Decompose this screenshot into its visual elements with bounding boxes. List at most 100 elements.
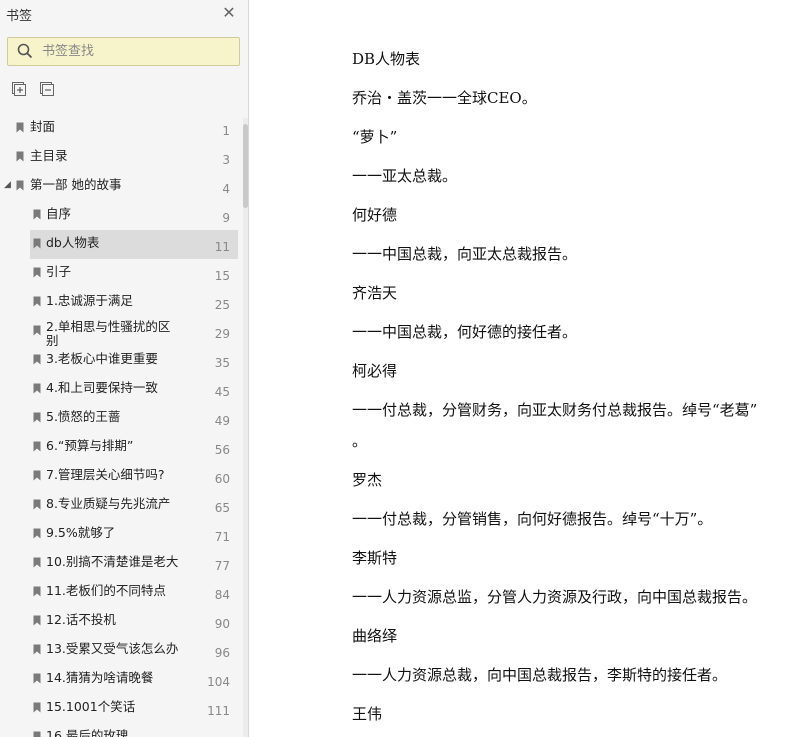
bookmark-icon — [33, 702, 41, 713]
document-text-line: DB人物表 — [352, 50, 421, 68]
bookmark-page-number: 71 — [214, 530, 230, 544]
bookmark-item[interactable]: 11.老板们的不同特点 84 — [0, 578, 243, 607]
document-text-line: 一一付总裁，分管财务，向亚太财务付总裁报告。绰号“老葛” — [352, 401, 758, 419]
bookmark-panel: 书签 ✕ 封面 1 主目录 3 ◢ 第一部 她的故事 4 自序 9 db人物表 11 引子 15 1.忠诚… — [0, 0, 249, 737]
bookmark-item[interactable]: db人物表 11 — [0, 230, 243, 259]
bookmark-search-input[interactable] — [42, 41, 232, 62]
bookmark-label: 9.5%就够了 — [46, 525, 116, 540]
close-icon[interactable]: ✕ — [220, 4, 238, 22]
bookmark-icon — [16, 122, 24, 133]
bookmark-icon — [33, 412, 41, 423]
bookmark-icon — [33, 296, 41, 307]
bookmark-item[interactable]: 引子 15 — [0, 259, 243, 288]
bookmark-item[interactable]: 9.5%就够了 71 — [0, 520, 243, 549]
scrollbar-track[interactable] — [243, 118, 248, 737]
document-text-line: 一一中国总裁，向亚太总裁报告。 — [352, 245, 578, 263]
bookmark-label: 14.猜猜为啥请晚餐 — [46, 670, 154, 685]
bookmark-item[interactable]: 12.话不投机 90 — [0, 607, 243, 636]
document-text-line: 一一中国总裁，何好德的接任者。 — [352, 323, 578, 341]
bookmark-icon — [16, 180, 24, 191]
bookmark-page-number: 35 — [214, 356, 230, 370]
document-text-line: 乔治・盖茨一一全球CEO。 — [352, 89, 537, 107]
bookmark-item[interactable]: 封面 1 — [0, 114, 243, 143]
bookmark-label: 1.忠诚源于满足 — [46, 293, 133, 308]
bookmark-icon — [33, 267, 41, 278]
bookmark-label: db人物表 — [46, 235, 100, 250]
document-text-line: 。 — [352, 432, 368, 450]
bookmark-page-number: 11 — [214, 240, 230, 254]
bookmark-item[interactable]: 15.1001个笑话 111 — [0, 694, 243, 723]
bookmark-label: 主目录 — [30, 148, 68, 163]
document-page: DB人物表 乔治・盖茨一一全球CEO。 “萝卜” 一一亚太总裁。 何好德 一一中国总裁，向… — [249, 0, 810, 737]
bookmark-label: 5.愤怒的王蔷 — [46, 409, 121, 424]
bookmark-icon — [33, 731, 41, 737]
document-text-line: 王伟 — [352, 705, 383, 723]
bookmark-item[interactable]: 13.受累又受气该怎么办 96 — [0, 636, 243, 665]
bookmark-label: 4.和上司要保持一致 — [46, 380, 158, 395]
bookmark-item[interactable]: 10.别搞不清楚谁是老大 77 — [0, 549, 243, 578]
bookmark-label: 第一部 她的故事 — [30, 177, 122, 192]
bookmark-label: 13.受累又受气该怎么办 — [46, 641, 179, 656]
bookmark-page-number: 60 — [214, 472, 230, 486]
bookmark-icon — [33, 644, 41, 655]
bookmark-icon — [33, 557, 41, 568]
document-text-line: 一一人力资源总监，分管人力资源及行政，向中国总裁报告。 — [352, 588, 758, 606]
bookmark-label: 12.话不投机 — [46, 612, 116, 627]
document-text-line: 一一亚太总裁。 — [352, 167, 458, 185]
bookmark-item[interactable]: 主目录 3 — [0, 143, 243, 172]
scrollbar-thumb[interactable] — [243, 124, 248, 208]
bookmark-page-number: 104 — [207, 675, 230, 689]
expand-arrow-icon[interactable]: ◢ — [4, 180, 11, 190]
bookmark-icon — [33, 383, 41, 394]
document-text-line: 何好德 — [352, 206, 398, 224]
bookmark-label: 15.1001个笑话 — [46, 699, 136, 714]
document-text-line: 曲络绎 — [352, 627, 398, 645]
bookmark-page-number: 29 — [214, 327, 230, 341]
bookmark-label: 封面 — [30, 119, 56, 134]
bookmark-item[interactable]: 2.单相思与性骚扰的区别 29 — [0, 317, 243, 348]
bookmark-page-number: 65 — [214, 501, 230, 515]
bookmark-page-number: 45 — [214, 385, 230, 399]
bookmark-page-number: 3 — [222, 153, 230, 167]
bookmark-label: 2.单相思与性骚扰的区别 — [46, 319, 171, 348]
bookmark-page-number: 9 — [222, 211, 230, 225]
bookmark-item[interactable]: 8.专业质疑与先兆流产 65 — [0, 491, 243, 520]
bookmark-label: 引子 — [46, 264, 72, 279]
bookmark-icon — [33, 586, 41, 597]
bookmark-label: 11.老板们的不同特点 — [46, 583, 166, 598]
bookmark-page-number: 1 — [222, 124, 230, 138]
bookmark-icon — [16, 151, 24, 162]
bookmark-search-box[interactable] — [7, 37, 240, 66]
bookmark-page-number: 49 — [214, 414, 230, 428]
bookmark-page-number: 56 — [214, 443, 230, 457]
bookmark-item[interactable]: 14.猜猜为啥请晚餐 104 — [0, 665, 243, 694]
bookmark-item[interactable]: 5.愤怒的王蔷 49 — [0, 404, 243, 433]
bookmark-panel-title: 书签 — [6, 9, 33, 24]
bookmark-item[interactable]: 16.最后的玫瑰 — [0, 723, 243, 737]
bookmark-page-number: 84 — [214, 588, 230, 602]
bookmark-icon — [33, 209, 41, 220]
bookmark-item[interactable]: 7.管理层关心细节吗? 60 — [0, 462, 243, 491]
expand-all-icon[interactable] — [11, 81, 27, 97]
bookmark-item[interactable]: 4.和上司要保持一致 45 — [0, 375, 243, 404]
bookmark-item[interactable]: 自序 9 — [0, 201, 243, 230]
bookmark-panel-header: 书签 ✕ — [0, 0, 248, 28]
bookmark-icon — [33, 528, 41, 539]
bookmark-icon — [33, 615, 41, 626]
bookmark-icon — [33, 499, 41, 510]
bookmark-icon — [33, 441, 41, 452]
bookmark-page-number: 90 — [214, 617, 230, 631]
bookmark-item[interactable]: 6.“预算与排期” 56 — [0, 433, 243, 462]
collapse-all-icon[interactable] — [39, 81, 55, 97]
bookmark-label: 6.“预算与排期” — [46, 438, 134, 453]
document-text-line: 一一付总裁，分管销售，向何好德报告。绰号“十万”。 — [352, 510, 713, 528]
bookmark-page-number: 77 — [214, 559, 230, 573]
bookmark-item[interactable]: 3.老板心中谁更重要 35 — [0, 346, 243, 375]
bookmark-icon — [33, 354, 41, 365]
document-text-line: 柯必得 — [352, 362, 398, 380]
bookmark-item[interactable]: ◢ 第一部 她的故事 4 — [0, 172, 243, 201]
bookmark-icon — [33, 673, 41, 684]
document-text-line: 齐浩天 — [352, 284, 398, 302]
bookmark-item[interactable]: 1.忠诚源于满足 25 — [0, 288, 243, 317]
bookmark-icon — [33, 470, 41, 481]
